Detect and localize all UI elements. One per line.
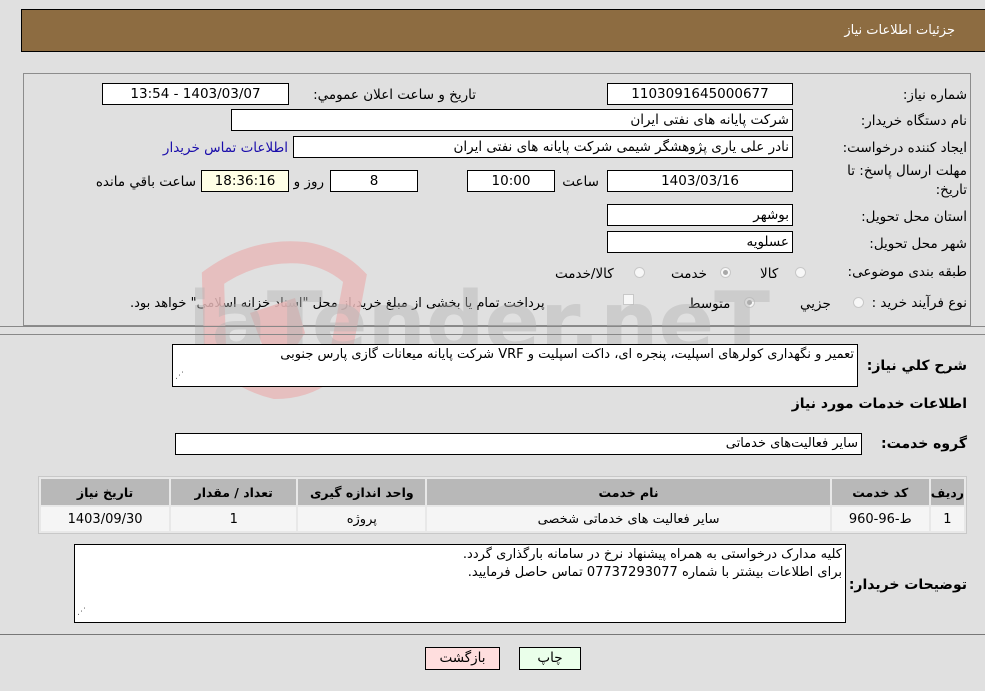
cell-need-date: 1403/09/30: [41, 507, 170, 531]
category-radio-goods-service[interactable]: [634, 267, 645, 278]
process-radio-medium[interactable]: [744, 297, 755, 308]
creator-label: ایجاد کننده درخواست:: [842, 140, 967, 156]
need-number-label: شماره نیاز:: [902, 87, 967, 103]
footer-divider: [0, 634, 985, 635]
col-header-quantity: تعداد / مقدار: [171, 479, 297, 505]
treasury-checkbox[interactable]: [623, 294, 634, 305]
cell-quantity: 1: [171, 507, 297, 531]
category-radio-service[interactable]: [720, 267, 731, 278]
buyer-notes-line-1: کلیه مدارک درخواستی به همراه پیشنهاد نرخ…: [462, 547, 842, 562]
category-radio-goods[interactable]: [795, 267, 806, 278]
buyer-org-field[interactable]: شرکت پایانه های نفتی ایران: [231, 109, 793, 131]
process-option-medium: متوسط: [688, 296, 731, 312]
col-header-unit: واحد اندازه گیری: [298, 479, 426, 505]
section-divider: [0, 334, 985, 335]
time-remaining-field: 18:36:16: [201, 170, 289, 192]
deadline-label-line1: مهلت ارسال پاسخ: تا: [847, 163, 967, 179]
resize-grip-icon[interactable]: ⋰: [175, 367, 184, 385]
deadline-time-field[interactable]: 10:00: [467, 170, 555, 192]
cell-service-code: ط-96-960: [831, 507, 929, 531]
cell-service-name: سایر فعالیت های خدماتی شخصی: [427, 507, 830, 531]
page-title: جزئیات اطلاعات نیاز: [844, 23, 955, 38]
city-field[interactable]: عسلویه: [607, 231, 793, 253]
buyer-notes-label: توضیحات خریدار:: [848, 577, 967, 593]
process-label: نوع فرآیند خرید :: [871, 295, 967, 311]
col-header-row-number: ردیف: [930, 479, 964, 505]
deadline-date-field[interactable]: 1403/03/16: [607, 170, 793, 192]
buyer-org-label: نام دستگاه خریدار:: [860, 113, 967, 129]
description-text: تعمیر و نگهداری کولرهای اسپلیت، پنجره ای…: [280, 347, 854, 362]
need-number-field[interactable]: 1103091645000677: [607, 83, 793, 105]
services-section-title: اطلاعات خدمات مورد نیاز: [791, 396, 967, 412]
time-remaining-label: ساعت باقي مانده: [95, 174, 196, 190]
cell-unit: پروژه: [298, 507, 426, 531]
province-field[interactable]: بوشهر: [607, 204, 793, 226]
city-label: شهر محل تحویل:: [869, 236, 967, 252]
print-button[interactable]: چاپ: [519, 647, 581, 670]
category-option-goods: کالا: [760, 266, 779, 282]
section-divider: [0, 326, 985, 327]
days-label: روز و: [293, 174, 324, 190]
table-row: 1 ط-96-960 سایر فعالیت های خدماتی شخصی پ…: [41, 507, 964, 531]
category-option-service: خدمت: [671, 266, 707, 282]
days-remaining-field[interactable]: 8: [330, 170, 418, 192]
col-header-service-name: نام خدمت: [427, 479, 830, 505]
buyer-notes-textarea[interactable]: کلیه مدارک درخواستی به همراه پیشنهاد نرخ…: [74, 544, 846, 623]
treasury-checkbox-label: پرداخت تمام یا بخشی از مبلغ خرید،از محل …: [130, 296, 545, 311]
description-label: شرح کلي نیاز:: [866, 358, 967, 374]
deadline-time-label: ساعت: [562, 174, 599, 190]
creator-field[interactable]: نادر علی یاری پژوهشگر شیمی شرکت پایانه ه…: [293, 136, 793, 158]
services-table: ردیف کد خدمت نام خدمت واحد اندازه گیری ت…: [38, 476, 967, 534]
announce-field[interactable]: 1403/03/07 - 13:54: [102, 83, 289, 105]
col-header-service-code: کد خدمت: [831, 479, 929, 505]
page-header: جزئیات اطلاعات نیاز: [21, 9, 985, 52]
col-header-need-date: تاریخ نیاز: [41, 479, 170, 505]
category-option-goods-service: کالا/خدمت: [555, 266, 614, 282]
cell-row-number: 1: [930, 507, 964, 531]
description-textarea[interactable]: تعمیر و نگهداری کولرهای اسپلیت، پنجره ای…: [172, 344, 858, 387]
service-group-label: گروه خدمت:: [881, 436, 967, 452]
province-label: استان محل تحویل:: [861, 209, 967, 225]
service-group-field[interactable]: سایر فعالیت‌های خدماتی: [175, 433, 862, 455]
buyer-contact-link[interactable]: اطلاعات تماس خریدار: [163, 140, 288, 156]
buyer-notes-line-2: برای اطلاعات بیشتر با شماره 07737293077 …: [467, 565, 842, 580]
process-radio-minor[interactable]: [853, 297, 864, 308]
process-option-minor: جزيي: [800, 296, 831, 312]
announce-label: تاریخ و ساعت اعلان عمومي:: [313, 87, 476, 103]
back-button[interactable]: بازگشت: [425, 647, 500, 670]
deadline-label-line2: تاریخ:: [935, 182, 967, 198]
resize-grip-icon[interactable]: ⋰: [77, 603, 86, 621]
category-label: طبقه بندی موضوعی:: [847, 264, 967, 280]
table-header-row: ردیف کد خدمت نام خدمت واحد اندازه گیری ت…: [41, 479, 964, 505]
